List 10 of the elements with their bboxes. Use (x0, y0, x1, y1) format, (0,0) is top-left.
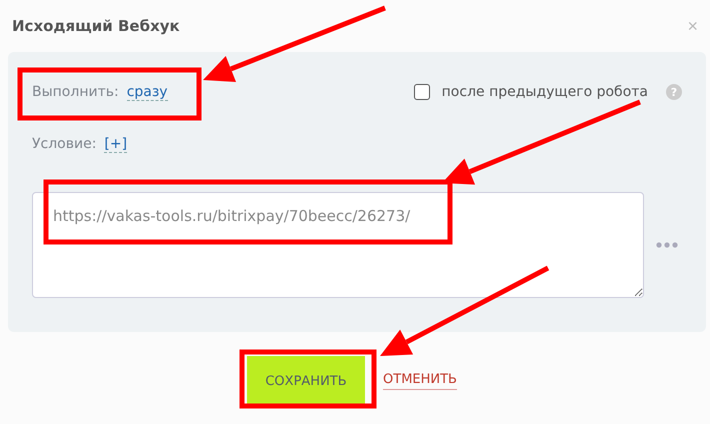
save-button[interactable]: СОХРАНИТЬ (247, 356, 366, 406)
condition-label: Условие: (32, 136, 96, 152)
condition-link[interactable]: [+] (104, 136, 128, 152)
checkbox-label: после предыдущего робота (442, 84, 648, 100)
cancel-link[interactable]: ОТМЕНИТЬ (383, 372, 457, 390)
execute-link[interactable]: сразу (126, 84, 168, 100)
url-field[interactable]: https://vakas-tools.ru/bitrixpay/70beecc/26273/ (32, 192, 644, 298)
execute-label: Выполнить: (32, 84, 119, 100)
checkbox[interactable] (414, 84, 430, 100)
window-title: Исходящий Вебхук (12, 17, 180, 35)
